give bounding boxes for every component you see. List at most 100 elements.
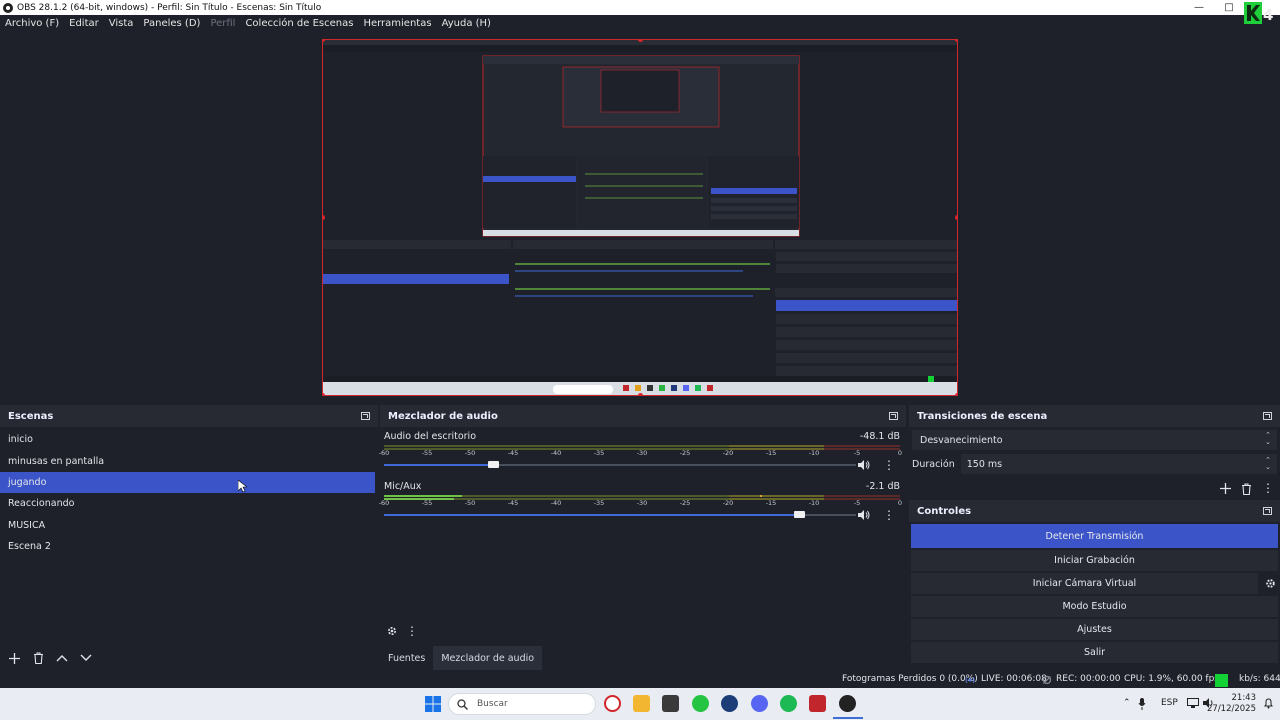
channel-db: -2.1 dB (865, 481, 900, 492)
meter-ticks: -60 -55 -50 -45 -40 -35 -30 -25 -20 -15 -10 -5 0 (379, 449, 902, 459)
tab-mezclador-audio[interactable]: Mezclador de audio (433, 646, 543, 670)
scene-item-jugando[interactable]: jugando (0, 471, 375, 494)
language-indicator[interactable]: ESP (1161, 698, 1178, 708)
tab-fuentes[interactable]: Fuentes (380, 646, 433, 670)
resize-handle[interactable] (955, 215, 957, 220)
meter-tick-label: -45 (507, 499, 519, 507)
transitions-toolbar: ⋮ (1220, 482, 1274, 495)
settings-button[interactable]: Ajustes (911, 619, 1278, 640)
meter-tick-label: -20 (722, 499, 734, 507)
resize-handle[interactable] (638, 393, 643, 395)
transitions-dock-title: Transiciones de escena (909, 405, 1280, 427)
channel-menu-icon[interactable]: ⋮ (882, 459, 896, 473)
whatsapp-icon[interactable] (692, 695, 709, 712)
menu-coleccion-escenas[interactable]: Colección de Escenas (245, 18, 353, 29)
meter-tick-label: -10 (808, 499, 820, 507)
menu-ayuda[interactable]: Ayuda (H) (442, 18, 491, 29)
volume-slider-knob[interactable] (487, 461, 499, 468)
steam-icon[interactable] (721, 695, 738, 712)
resize-handle[interactable] (955, 393, 957, 395)
scene-item-minusas[interactable]: minusas en pantalla (0, 450, 375, 471)
move-scene-down-button[interactable] (78, 650, 94, 666)
scene-item-inicio[interactable]: inicio (0, 429, 375, 450)
program-preview[interactable] (322, 39, 958, 396)
app-sp-icon[interactable] (809, 695, 826, 712)
meter-tick-label: -40 (550, 499, 562, 507)
notification-bell-icon[interactable] (1263, 698, 1274, 709)
mixer-menu-icon[interactable]: ⋮ (406, 624, 418, 638)
advanced-audio-gear-icon[interactable] (386, 625, 398, 637)
add-scene-button[interactable] (6, 650, 22, 666)
gear-icon (1265, 579, 1275, 588)
network-icon[interactable] (1187, 698, 1199, 709)
trash-icon[interactable] (1241, 483, 1252, 495)
menu-paneles[interactable]: Paneles (D) (143, 18, 200, 29)
menu-vista[interactable]: Vista (109, 18, 134, 29)
discord-icon[interactable] (751, 695, 768, 712)
menu-editar[interactable]: Editar (69, 18, 99, 29)
meter-tick-label: -25 (679, 449, 691, 457)
menu-archivo[interactable]: Archivo (F) (5, 18, 59, 29)
scene-item-musica[interactable]: MUSICA (0, 515, 375, 536)
studio-mode-button[interactable]: Modo Estudio (911, 596, 1278, 617)
taskbar-search[interactable]: Buscar (448, 693, 596, 715)
plus-icon (8, 652, 20, 664)
scene-transitions-dock: Transiciones de escena Desvanecimiento D… (909, 405, 1280, 497)
meter-tick-label: -20 (722, 449, 734, 457)
vivaldi-icon[interactable] (604, 695, 621, 712)
undock-icon[interactable] (1263, 412, 1272, 420)
menu-herramientas[interactable]: Herramientas (363, 18, 431, 29)
start-virtual-cam-button[interactable]: Iniciar Cámara Virtual (911, 573, 1258, 594)
bottom-tabs: Fuentes Mezclador de audio (380, 646, 543, 670)
rec-icon (1042, 675, 1052, 685)
minimize-button[interactable]: — (1184, 0, 1214, 15)
brand-logo-icon: 4 (1244, 2, 1273, 24)
active-app-indicator (833, 717, 863, 719)
obs-taskbar-icon[interactable] (839, 695, 856, 712)
remove-scene-button[interactable] (30, 650, 46, 666)
virtual-cam-settings-button[interactable] (1260, 573, 1280, 594)
controls-dock: Controles Detener Transmisión Iniciar Gr… (909, 500, 1280, 670)
scenes-dock-title: Escenas (0, 405, 378, 427)
speaker-icon[interactable] (858, 460, 870, 470)
exit-button[interactable]: Salir (911, 642, 1278, 663)
maximize-button[interactable]: □ (1214, 0, 1244, 15)
resize-handle[interactable] (955, 40, 957, 42)
menu-perfil[interactable]: Perfil (210, 18, 235, 29)
meter-tick-label: -15 (765, 499, 777, 507)
start-recording-button[interactable]: Iniciar Grabación (911, 550, 1278, 571)
windows-taskbar: Buscar ⌃ ESP 21:43 27/12/2025 (0, 688, 1280, 720)
meter-tick-label: -5 (853, 499, 861, 507)
undock-icon[interactable] (1263, 507, 1272, 515)
plus-icon[interactable] (1220, 483, 1231, 494)
undock-icon[interactable] (361, 412, 370, 420)
meter-tick-label: -60 (378, 499, 390, 507)
file-explorer-icon[interactable] (633, 695, 650, 712)
taskbar-clock[interactable]: 21:43 27/12/2025 (1207, 693, 1256, 715)
tray-overflow-icon[interactable]: ⌃ (1123, 698, 1131, 708)
microphone-icon[interactable] (1138, 698, 1146, 710)
scene-item-reaccionando[interactable]: Reaccionando (0, 493, 375, 514)
channel-menu-icon[interactable]: ⋮ (882, 509, 896, 523)
search-placeholder: Buscar (477, 699, 508, 709)
speaker-icon[interactable] (858, 510, 870, 520)
undock-icon[interactable] (889, 412, 898, 420)
duration-input[interactable]: 150 ms (960, 454, 1277, 474)
preview-area[interactable] (0, 32, 1280, 404)
move-scene-up-button[interactable] (54, 650, 70, 666)
volume-slider[interactable] (384, 511, 856, 518)
resize-handle[interactable] (323, 393, 325, 395)
trash-icon (33, 652, 43, 664)
windows-start-icon[interactable] (425, 696, 441, 712)
volume-slider[interactable] (384, 461, 856, 468)
spotify-icon[interactable] (780, 695, 797, 712)
nested-obs-capture (323, 40, 957, 395)
transition-menu-icon[interactable]: ⋮ (1262, 482, 1274, 495)
volume-slider-knob[interactable] (794, 511, 806, 518)
scene-item-escena-2[interactable]: Escena 2 (0, 536, 375, 557)
meter-tick-label: -40 (550, 449, 562, 457)
bitrate: kb/s: 6446 (1239, 674, 1280, 684)
notepad-icon[interactable] (662, 695, 679, 712)
transition-select[interactable]: Desvanecimiento (912, 430, 1277, 450)
stop-stream-button[interactable]: Detener Transmisión (911, 524, 1278, 548)
